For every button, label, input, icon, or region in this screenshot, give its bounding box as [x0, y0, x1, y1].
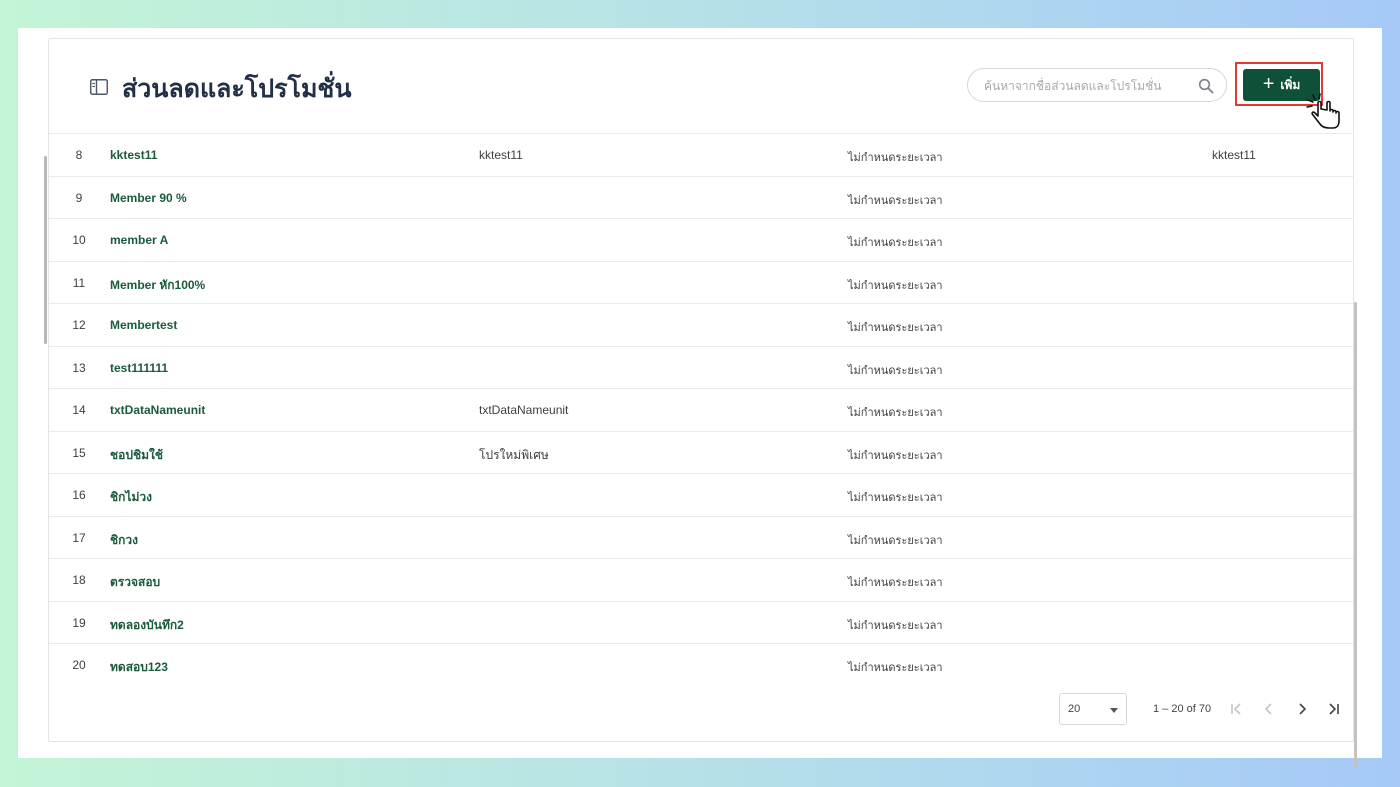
promotion-name[interactable]: ชิกไม่วง	[110, 488, 152, 507]
search-input[interactable]	[982, 76, 1196, 96]
left-scrollbar[interactable]	[44, 156, 47, 344]
promotion-name[interactable]: ทดสอบ123	[110, 658, 168, 677]
table-icon	[90, 79, 108, 95]
first-page-icon[interactable]	[1226, 699, 1246, 719]
table-row[interactable]: 13 test111111 ไม่กำหนดระยะเวลา	[49, 347, 1353, 389]
promotion-period: ไม่กำหนดระยะเวลา	[848, 662, 943, 674]
table-row[interactable]: 10 member A ไม่กำหนดระยะเวลา	[49, 219, 1353, 262]
table-row[interactable]: 16 ชิกไม่วง ไม่กำหนดระยะเวลา	[49, 474, 1353, 517]
table-row[interactable]: 12 Membertest ไม่กำหนดระยะเวลา	[49, 304, 1353, 347]
search-icon[interactable]	[1198, 78, 1214, 94]
page-header: ส่วนลดและโปรโมชั่น + เพิ่ม	[49, 39, 1353, 134]
table-row[interactable]: 17 ชิกวง ไม่กำหนดระยะเวลา	[49, 517, 1353, 559]
last-page-icon[interactable]	[1324, 699, 1344, 719]
promotions-table: 8 kktest11 kktest11 ไม่กำหนดระยะเวลา kkt…	[49, 134, 1353, 687]
table-row[interactable]: 11 Member หัก100% ไม่กำหนดระยะเวลา	[49, 262, 1353, 304]
row-number: 15	[72, 445, 86, 460]
promotion-name[interactable]: ชิกวง	[110, 531, 138, 550]
promotion-name[interactable]: kktest11	[110, 148, 157, 162]
search-box[interactable]	[967, 68, 1227, 102]
promotion-period: ไม่กำหนดระยะเวลา	[848, 449, 943, 462]
row-number: 18	[72, 573, 86, 587]
table-row[interactable]: 19 ทดลองบันทึก2 ไม่กำหนดระยะเวลา	[49, 602, 1353, 644]
table-footer: 20 1 – 20 of 70	[49, 679, 1353, 739]
right-scrollbar[interactable]	[1354, 302, 1357, 768]
promotion-period: ไม่กำหนดระยะเวลา	[848, 407, 943, 419]
row-number: 17	[72, 530, 86, 545]
promotion-period: ไม่กำหนดระยะเวลา	[848, 279, 943, 292]
chevron-down-icon	[1110, 708, 1118, 713]
row-number: 11	[72, 275, 86, 290]
promotion-period: ไม่กำหนดระยะเวลา	[848, 322, 943, 334]
promotion-name[interactable]: txtDataNameunit	[110, 403, 205, 417]
promotion-period: ไม่กำหนดระยะเวลา	[848, 364, 943, 377]
promotion-name[interactable]: Member 90 %	[110, 191, 187, 205]
promotion-period: ไม่กำหนดระยะเวลา	[848, 152, 943, 164]
next-page-icon[interactable]	[1292, 699, 1312, 719]
page-range-label: 1 – 20 of 70	[1153, 703, 1212, 715]
content-card: ส่วนลดและโปรโมชั่น + เพิ่ม	[18, 28, 1382, 768]
table-row[interactable]: 14 txtDataNameunit txtDataNameunit ไม่กำ…	[49, 389, 1353, 432]
promotion-description: txtDataNameunit	[479, 403, 569, 417]
row-number: 10	[72, 233, 86, 247]
promotion-name[interactable]: ตรวจสอบ	[110, 573, 160, 592]
promotion-period: ไม่กำหนดระยะเวลา	[848, 619, 943, 632]
add-button-label: เพิ่ม	[1280, 77, 1301, 92]
promotion-name[interactable]: member A	[110, 233, 168, 247]
row-number: 19	[72, 615, 86, 630]
page-size-value: 20	[1068, 703, 1081, 715]
promotion-description: โปรใหม่พิเศษ	[479, 447, 549, 462]
promotion-name[interactable]: Membertest	[110, 318, 177, 332]
row-number: 16	[72, 488, 86, 502]
promotion-name[interactable]: Member หัก100%	[110, 276, 205, 295]
row-number: 14	[72, 403, 86, 417]
promotion-name[interactable]: test111111	[110, 361, 168, 375]
promotion-period: ไม่กำหนดระยะเวลา	[848, 534, 943, 547]
promotion-description: kktest11	[479, 148, 523, 162]
row-number: 13	[72, 360, 86, 375]
promotion-period: ไม่กำหนดระยะเวลา	[848, 492, 943, 504]
hand-cursor-icon	[1306, 93, 1340, 129]
prev-page-icon[interactable]	[1259, 699, 1279, 719]
promotion-code: kktest11	[1212, 148, 1256, 162]
page-title: ส่วนลดและโปรโมชั่น	[122, 75, 352, 103]
row-number: 20	[72, 658, 86, 672]
row-number: 9	[75, 190, 83, 205]
table-row[interactable]: 8 kktest11 kktest11 ไม่กำหนดระยะเวลา kkt…	[49, 134, 1353, 177]
row-number: 8	[75, 148, 83, 162]
row-number: 12	[72, 318, 86, 332]
promotion-name[interactable]: ทดลองบันทึก2	[110, 616, 184, 635]
table-row[interactable]: 9 Member 90 % ไม่กำหนดระยะเวลา	[49, 177, 1353, 219]
table-row[interactable]: 15 ชอปชิมใช้ โปรใหม่พิเศษ ไม่กำหนดระยะเว…	[49, 432, 1353, 474]
promotions-panel: ส่วนลดและโปรโมชั่น + เพิ่ม	[48, 38, 1354, 742]
table-row[interactable]: 18 ตรวจสอบ ไม่กำหนดระยะเวลา	[49, 559, 1353, 602]
plus-icon: +	[1262, 73, 1275, 95]
promotion-period: ไม่กำหนดระยะเวลา	[848, 237, 943, 249]
page-size-select[interactable]: 20	[1059, 693, 1127, 725]
promotion-name[interactable]: ชอปชิมใช้	[110, 446, 163, 465]
promotion-period: ไม่กำหนดระยะเวลา	[848, 577, 943, 589]
promotion-period: ไม่กำหนดระยะเวลา	[848, 194, 943, 207]
